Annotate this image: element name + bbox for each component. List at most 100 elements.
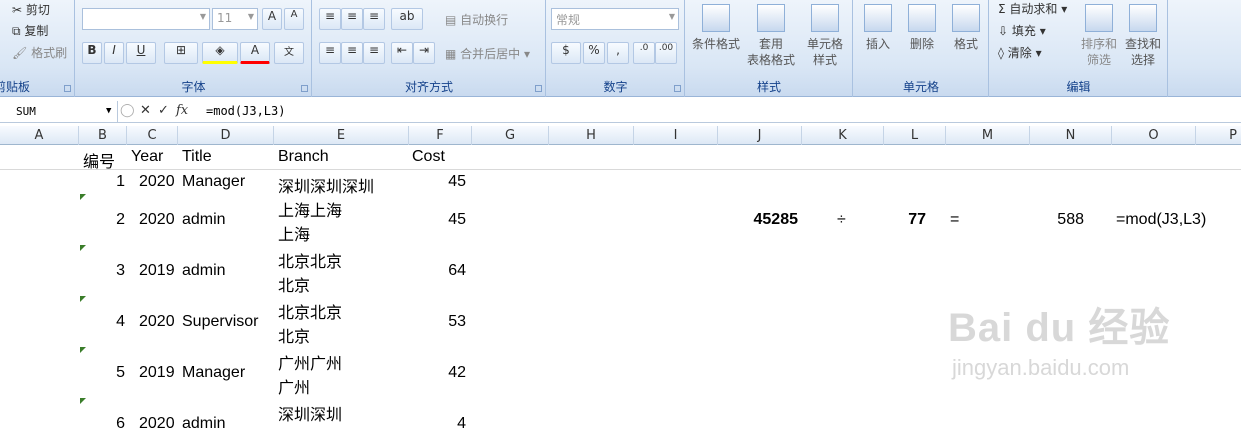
currency-button[interactable]: $: [551, 42, 581, 64]
percent-button[interactable]: %: [583, 42, 605, 64]
header-cell-number[interactable]: 编号: [83, 148, 115, 172]
font-size-select[interactable]: 11 ▼: [212, 8, 258, 30]
fill-button[interactable]: ⇩ 填充 ▾: [998, 22, 1046, 39]
find-select-button[interactable]: 查找和 选择: [1120, 4, 1166, 68]
bold-button[interactable]: B: [82, 42, 102, 64]
table-cell-number[interactable]: 3: [95, 262, 125, 280]
error-indicator-icon[interactable]: [80, 245, 86, 251]
column-header[interactable]: K: [802, 126, 884, 145]
table-cell-cost[interactable]: 53: [420, 313, 466, 331]
autosum-button[interactable]: Σ 自动求和 ▾: [998, 0, 1067, 17]
align-middle-button[interactable]: ≡: [341, 8, 363, 30]
column-header[interactable]: G: [472, 126, 549, 145]
align-bottom-button[interactable]: ≡: [363, 8, 385, 30]
table-cell-year[interactable]: 2019: [139, 262, 175, 280]
border-button[interactable]: ⊞: [164, 42, 198, 64]
column-header[interactable]: D: [178, 126, 274, 145]
table-cell-year[interactable]: 2020: [139, 211, 175, 229]
font-color-button[interactable]: A: [240, 42, 270, 64]
header-cell-cost[interactable]: Cost: [412, 148, 445, 166]
column-header[interactable]: A: [0, 126, 79, 145]
dialog-launcher-icon[interactable]: [301, 85, 308, 92]
table-cell-cost[interactable]: 64: [420, 262, 466, 280]
wrap-text-button[interactable]: ▤ 自动换行: [445, 11, 508, 28]
fill-color-button[interactable]: ◈: [202, 42, 238, 64]
table-cell-title[interactable]: Manager: [182, 173, 245, 191]
cancel-icon[interactable]: ✕: [140, 103, 151, 118]
column-header[interactable]: M: [946, 126, 1030, 145]
delete-button[interactable]: 删除: [900, 4, 944, 52]
shrink-font-button[interactable]: A: [284, 8, 304, 30]
formula-input[interactable]: =mod(J3,L3): [200, 101, 291, 123]
table-cell-number[interactable]: 2: [95, 211, 125, 229]
table-cell-title[interactable]: admin: [182, 415, 226, 433]
table-cell-number[interactable]: 5: [95, 364, 125, 382]
cell-styles-button[interactable]: 单元格 样式: [800, 4, 850, 68]
cut-button[interactable]: ✂ 剪切: [12, 1, 50, 18]
table-cell-year[interactable]: 2020: [139, 313, 175, 331]
table-cell-number[interactable]: 4: [95, 313, 125, 331]
table-cell-year[interactable]: 2020: [139, 173, 175, 191]
dialog-launcher-icon[interactable]: [535, 85, 542, 92]
table-cell-branch[interactable]: 深圳深圳: [278, 401, 342, 425]
phonetic-button[interactable]: 文: [274, 42, 304, 64]
increase-decimal-button[interactable]: .0: [633, 42, 655, 64]
cell-m3[interactable]: =: [950, 211, 959, 229]
increase-indent-button[interactable]: ⇥: [413, 42, 435, 64]
column-header[interactable]: F: [409, 126, 472, 145]
decrease-indent-button[interactable]: ⇤: [391, 42, 413, 64]
format-as-table-button[interactable]: 套用 表格格式: [742, 4, 800, 68]
column-header[interactable]: C: [127, 126, 178, 145]
table-cell-branch[interactable]: 深圳深圳深圳: [278, 173, 374, 197]
table-cell-year[interactable]: 2020: [139, 415, 175, 433]
table-cell-title[interactable]: Supervisor: [182, 313, 258, 331]
cell-k3[interactable]: ÷: [837, 211, 846, 229]
expand-circle-icon[interactable]: ◯: [120, 103, 135, 118]
table-cell-title[interactable]: admin: [182, 211, 226, 229]
header-cell-year[interactable]: Year: [131, 148, 163, 166]
font-name-select[interactable]: ▼: [82, 8, 210, 30]
cell-l3[interactable]: 77: [884, 211, 926, 229]
column-header[interactable]: O: [1112, 126, 1196, 145]
table-cell-number[interactable]: 6: [95, 415, 125, 433]
merge-center-button[interactable]: ▦ 合并后居中 ▾: [445, 45, 530, 62]
comma-button[interactable]: ,: [607, 42, 629, 64]
conditional-format-button[interactable]: 条件格式: [690, 4, 742, 52]
table-cell-branch[interactable]: 北京北京: [278, 299, 342, 323]
orientation-button[interactable]: ab: [391, 8, 423, 30]
error-indicator-icon[interactable]: [80, 296, 86, 302]
align-center-button[interactable]: ≡: [341, 42, 363, 64]
enter-check-icon[interactable]: ✓: [158, 103, 169, 118]
error-indicator-icon[interactable]: [80, 398, 86, 404]
table-cell-cost[interactable]: 45: [420, 211, 466, 229]
cell-o3[interactable]: =mod(J3,L3): [1116, 211, 1206, 229]
number-format-select[interactable]: 常规 ▼: [551, 8, 679, 30]
dialog-launcher-icon[interactable]: [674, 85, 681, 92]
grow-font-button[interactable]: A: [262, 8, 282, 30]
cell-n3[interactable]: 588: [1030, 211, 1084, 229]
format-painter-button[interactable]: 🖌 格式刷: [12, 44, 67, 61]
underline-button[interactable]: U: [126, 42, 156, 64]
table-cell-title[interactable]: admin: [182, 262, 226, 280]
column-header[interactable]: H: [549, 126, 634, 145]
align-top-button[interactable]: ≡: [319, 8, 341, 30]
table-cell-cost[interactable]: 42: [420, 364, 466, 382]
error-indicator-icon[interactable]: [80, 194, 86, 200]
insert-button[interactable]: 插入: [856, 4, 900, 52]
table-cell-branch[interactable]: 上海上海: [278, 197, 342, 221]
decrease-decimal-button[interactable]: .00: [655, 42, 677, 64]
table-cell-title[interactable]: Manager: [182, 364, 245, 382]
dialog-launcher-icon[interactable]: [64, 85, 71, 92]
table-cell-number[interactable]: 1: [95, 173, 125, 191]
table-cell-branch[interactable]: 北京北京: [278, 248, 342, 272]
column-header[interactable]: N: [1030, 126, 1112, 145]
table-cell-year[interactable]: 2019: [139, 364, 175, 382]
insert-function-icon[interactable]: fx: [176, 103, 188, 118]
copy-button[interactable]: ⧉ 复制: [12, 22, 48, 39]
column-header[interactable]: B: [79, 126, 127, 145]
clear-button[interactable]: ◊ 清除 ▾: [998, 44, 1042, 61]
table-cell-cost[interactable]: 45: [420, 173, 466, 191]
column-header[interactable]: E: [274, 126, 409, 145]
name-box[interactable]: SUM ▼: [0, 101, 118, 123]
cell-j3[interactable]: 45285: [722, 211, 799, 229]
